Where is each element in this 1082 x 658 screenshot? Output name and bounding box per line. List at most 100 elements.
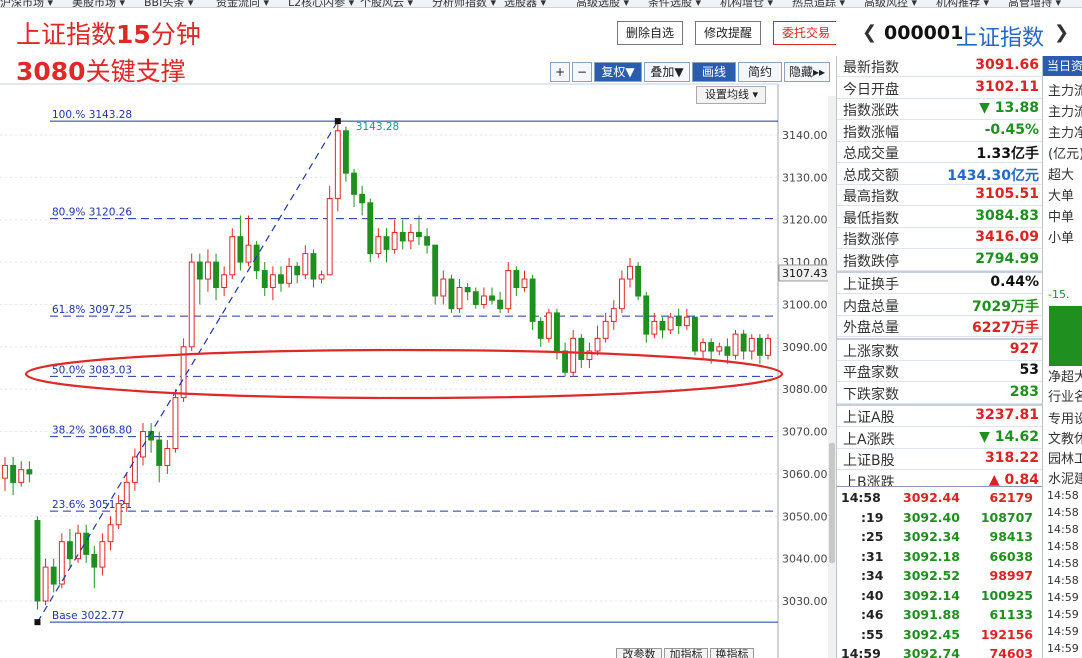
quote-label: 今日开盘 [843,81,899,98]
candle-body [10,464,17,483]
switch-indicator-button[interactable]: 换指标 [710,648,754,658]
simple-mode-button[interactable]: 简约 [738,62,782,82]
anchor-base [34,619,41,626]
candle-body [42,566,49,602]
industry-item[interactable]: 专用设 [1048,408,1082,427]
tick-row[interactable]: :25 3092.34 98413 [837,527,1043,547]
fuquan-button[interactable]: 复权▼ [594,62,642,82]
candle-body [213,261,219,289]
menu-item[interactable]: 高级选股 ▾ [576,0,629,7]
candle-body [2,464,8,479]
menu-item[interactable]: 美股市场 ▾ [72,0,125,7]
tick-price: 3092.74 [903,646,960,658]
set-ma-dropdown[interactable]: 设置均线 ▾ [696,86,766,104]
candle-body [740,333,747,352]
tick-price: 3092.52 [903,568,960,583]
overlay-title-index: 上证指数 [16,20,117,49]
fund-flow-time: 14:58 [1047,557,1079,570]
fund-flow-tab[interactable]: 当日资 [1043,56,1082,76]
quote-value: 318.22 [984,450,1039,466]
quote-row: 今日开盘 3102.11 [837,78,1043,99]
menu-item[interactable]: BBI头条 ▾ [144,0,193,7]
candlestick-chart[interactable]: 3140.003130.003120.003110.003100.003090.… [0,8,836,658]
tick-price: 3092.34 [903,529,960,544]
candle-body [416,231,422,238]
menu-item[interactable]: 选股器 ▾ [504,0,546,7]
candle-body [716,346,723,352]
fund-flow-time: 14:58 [1047,574,1079,587]
candle-body [237,236,244,263]
trade-button[interactable]: 委托交易 [773,21,836,45]
menu-item[interactable]: 资金流向 ▾ [216,0,269,7]
fund-flow-time: 14:59 [1047,608,1079,621]
candle-body [367,202,374,255]
fund-flow-time: 14:58 [1047,523,1079,536]
candle-body [480,295,487,305]
tick-row[interactable]: 14:59 3092.74 74603 [837,644,1043,658]
industry-item[interactable]: 水泥建 [1048,468,1082,487]
tick-row[interactable]: :46 3091.88 61133 [837,605,1043,625]
menu-item[interactable]: 机构增仓 ▾ [720,0,773,7]
add-indicator-button[interactable]: 加指标 [664,648,708,658]
candle-body [34,520,41,602]
menu-item[interactable]: 沪深市场 ▾ [0,0,53,7]
app-window: 沪深市场 ▾ 美股市场 ▾ BBI头条 ▾ 资金流向 ▾ L2核心内参 ▾ 个股风云 ▾ 分… [0,0,1082,658]
next-stock-icon[interactable]: ❯ [1054,22,1069,43]
delete-favorite-button[interactable]: 删除自选 [617,21,683,45]
menu-item[interactable]: 个股风云 ▾ [360,0,413,7]
quote-row: 上证换手 0.44% [837,273,1043,294]
tick-time: 14:58 [841,490,881,505]
chart-area[interactable]: 3140.00 3130.00 3120.00 3110.00 3100.00 3090.… [0,8,836,658]
draw-line-button[interactable]: 画线 [692,62,736,82]
candle-body [407,231,414,242]
quote-value: 3091.66 [975,57,1039,73]
fund-flow-label: (亿元) [1048,147,1082,162]
prev-stock-icon[interactable]: ❮ [862,22,877,43]
zoom-in-button[interactable]: + [550,62,570,82]
price-tick-label: 3090.00 [782,341,828,354]
quote-row: 指数涨幅 -0.45% [837,121,1043,142]
fib-level-label: 38.2% 3068.80 [52,425,132,437]
candle-body [675,316,682,327]
tick-time: :55 [861,626,884,642]
tick-row[interactable]: :40 3092.14 100925 [837,586,1043,606]
tick-row[interactable]: :34 3092.52 98997 [837,566,1043,586]
menu-item[interactable]: 高管增持 ▾ [1008,0,1061,7]
zoom-out-button[interactable]: − [572,62,592,82]
edit-alert-button[interactable]: 修改提醒 [695,21,761,45]
quote-value: 3416.09 [975,229,1039,245]
price-tick-label: 3100.00 [782,298,828,311]
price-tick-label: 3050.00 [782,510,828,523]
scrollbar-thumb[interactable] [829,443,835,563]
tick-list[interactable]: 14:58 3092.44 62179:19 3092.40 108707:25 3092… [836,486,1042,658]
candle-body [692,316,698,352]
menu-item[interactable]: 机构推荐 ▾ [936,0,989,7]
quote-value: 283 [1009,383,1039,400]
tick-volume: 98413 [989,529,1034,544]
menu-item[interactable]: 高级风控 ▾ [864,0,917,7]
candle-body [278,274,284,284]
industry-item[interactable]: 文教休 [1048,428,1082,447]
industry-item[interactable]: 园林工 [1048,448,1082,467]
tick-row[interactable]: :31 3092.18 66038 [837,547,1043,567]
price-tick-label: 3080.00 [782,383,828,396]
change-params-button[interactable]: 改参数 [616,648,662,658]
menu-item[interactable]: L2核心内参 ▾ [288,0,354,7]
tick-row[interactable]: 14:58 3092.44 62179 [837,488,1043,508]
menu-item[interactable]: 分析师指数 ▾ [432,0,496,7]
hide-panel-button[interactable]: 隐藏▸▸ [784,62,830,82]
tick-row[interactable]: :55 3092.45 192156 [837,625,1043,645]
tick-row[interactable]: :19 3092.40 108707 [837,508,1043,528]
candle-body [359,193,366,204]
quote-value: -0.45% [984,121,1039,138]
quote-row: 指数涨停 3416.09 [837,228,1043,249]
stock-name: 上证指数 [956,26,1045,51]
menu-item[interactable]: 热点追踪 ▾ [792,0,845,7]
candle-body [562,350,569,373]
menu-item[interactable]: 条件选股 ▾ [648,0,701,7]
fib-level-label: Base 3022.77 [52,610,124,622]
quote-label: 平盘家数 [843,365,899,381]
overlay-add-button[interactable]: 叠加▼ [644,62,690,82]
quote-label: 指数涨跌 [843,103,899,119]
vertical-scrollbar[interactable] [828,96,836,658]
